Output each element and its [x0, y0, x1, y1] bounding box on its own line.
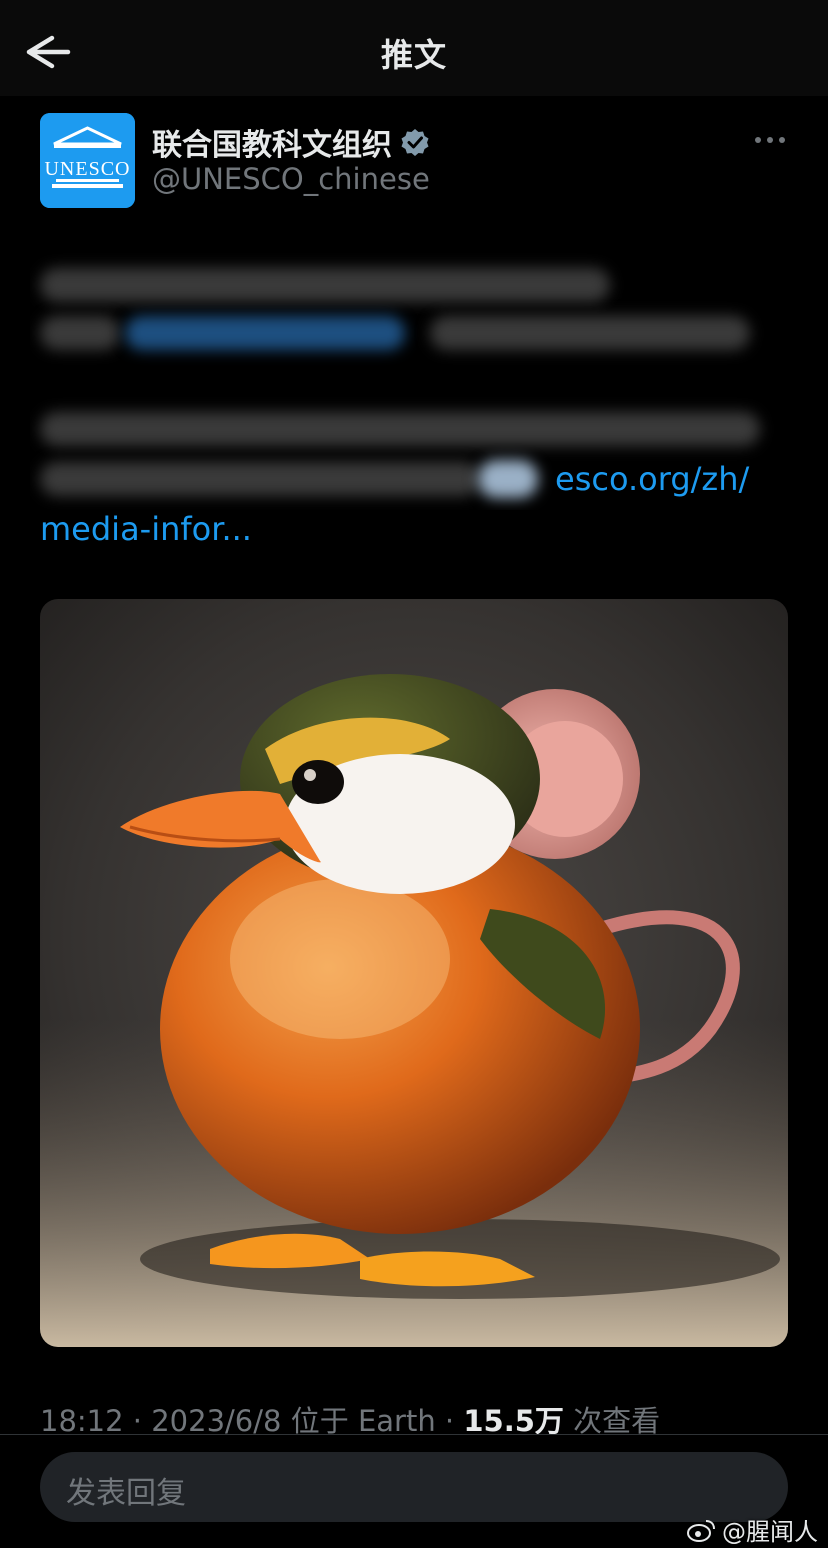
view-count-label: 次查看: [573, 1404, 661, 1438]
weibo-icon: [687, 1519, 715, 1542]
tweet-link-line1[interactable]: esco.org/zh/: [555, 460, 749, 498]
tweet-link-line2[interactable]: media-infor...: [40, 510, 252, 548]
author-handle[interactable]: @UNESCO_chinese: [152, 162, 430, 196]
display-name: 联合国教科文组织: [152, 128, 392, 163]
unesco-logo: UNESCO: [40, 113, 135, 208]
tweet-date: 2023/6/8: [151, 1404, 282, 1438]
view-count[interactable]: 15.5万: [463, 1404, 564, 1438]
avatar-text: UNESCO: [44, 158, 130, 180]
reply-placeholder: 发表回复: [66, 1476, 186, 1511]
location: Earth: [357, 1404, 436, 1438]
top-bar: 推文: [0, 0, 828, 96]
watermark: @腥闻人: [686, 1512, 818, 1547]
avatar[interactable]: UNESCO: [40, 113, 135, 208]
author-name-row[interactable]: 联合国教科文组织: [152, 120, 430, 164]
more-icon: [755, 137, 785, 143]
location-prefix: 位于: [290, 1404, 349, 1438]
verified-badge-icon: [401, 129, 429, 156]
tweet-image[interactable]: [40, 599, 788, 1347]
tweet-time: 18:12: [40, 1404, 124, 1438]
reply-input[interactable]: 发表回复: [40, 1452, 788, 1522]
more-button[interactable]: [748, 126, 792, 154]
page-title: 推文: [380, 36, 447, 74]
duck-mouse-illustration: [40, 599, 788, 1347]
watermark-text: @腥闻人: [722, 1518, 818, 1546]
